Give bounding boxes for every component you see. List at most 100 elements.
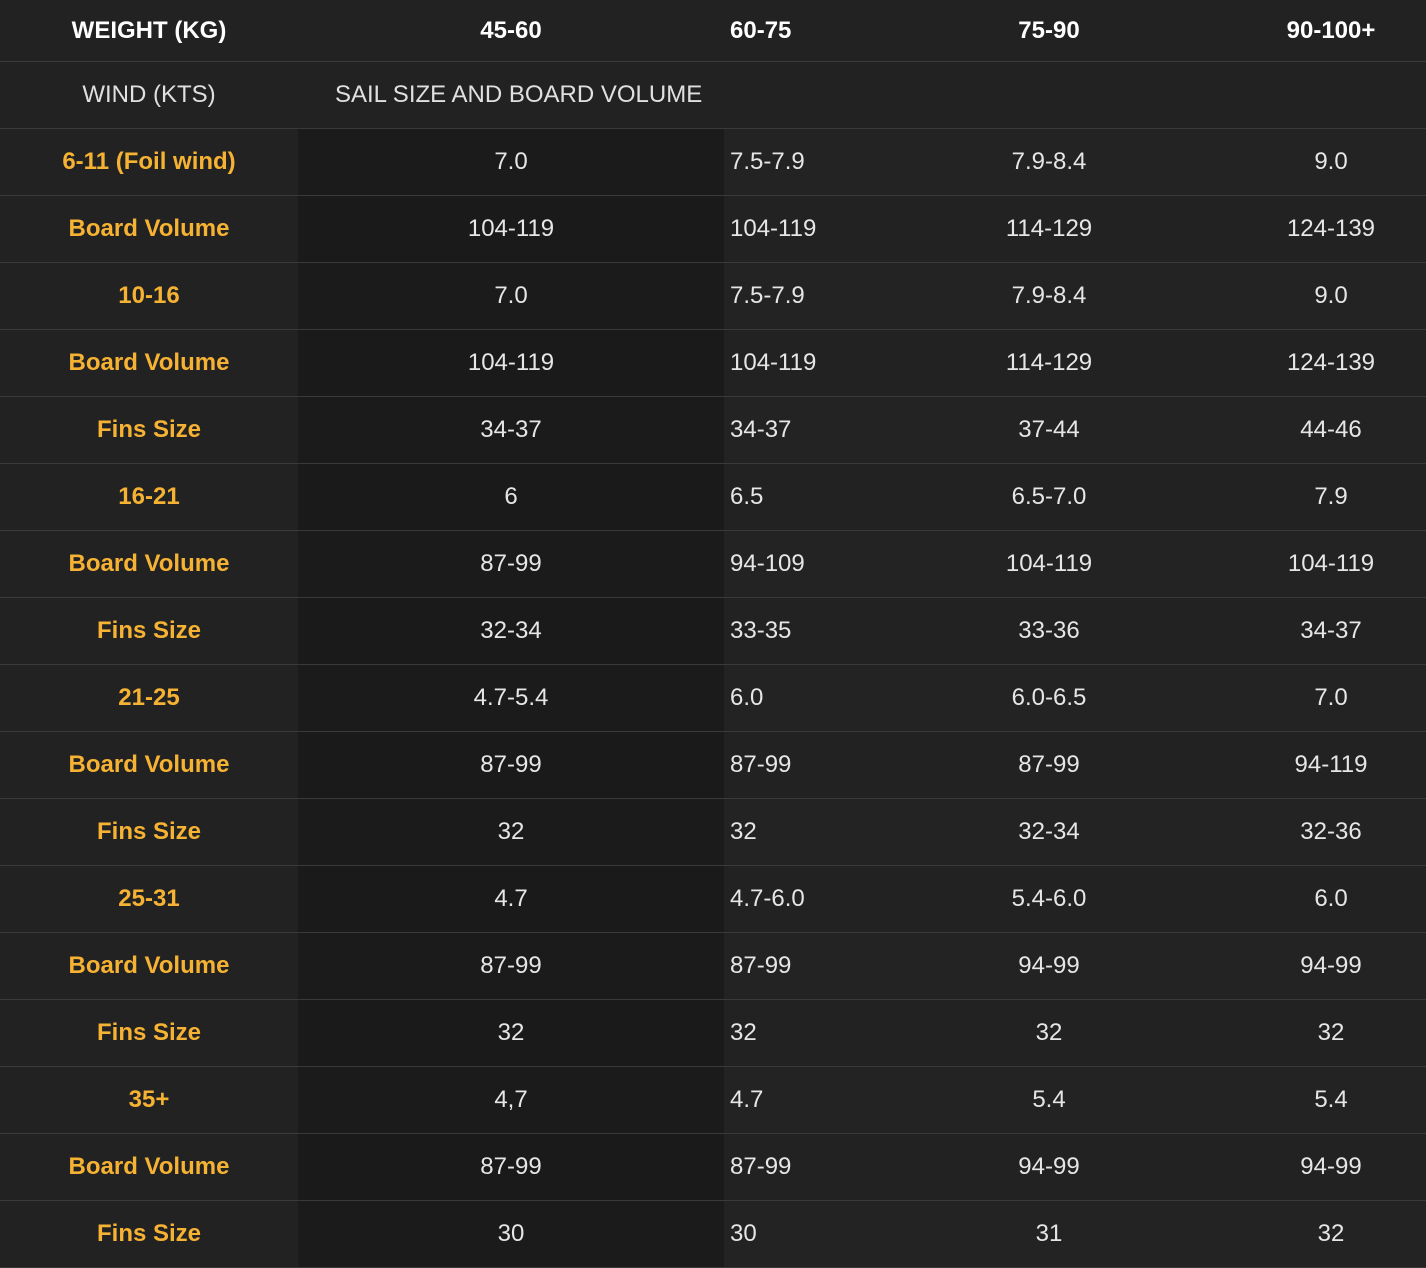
table-row: Fins Size 32 32 32 32 xyxy=(0,999,1426,1067)
table-cell: 87-99 xyxy=(298,731,724,799)
table-cell: 87-99 xyxy=(724,731,862,799)
sail-size-caption: SAIL SIZE AND BOARD VOLUME xyxy=(298,61,1426,129)
table-cell: 30 xyxy=(298,1200,724,1268)
table-row: 10-16 7.0 7.5-7.9 7.9-8.4 9.0 xyxy=(0,262,1426,330)
table-cell: 87-99 xyxy=(298,932,724,1000)
table-cell: 124-139 xyxy=(1236,329,1426,397)
table-cell: 32 xyxy=(724,798,862,866)
table-cell: 9.0 xyxy=(1236,262,1426,330)
row-label: Fins Size xyxy=(0,999,298,1067)
weight-column-header: 75-90 xyxy=(862,0,1236,62)
table-cell: 124-139 xyxy=(1236,195,1426,263)
row-label: Board Volume xyxy=(0,932,298,1000)
table-cell: 104-119 xyxy=(298,195,724,263)
row-label: Board Volume xyxy=(0,530,298,598)
table-cell: 7.9-8.4 xyxy=(862,262,1236,330)
table-cell: 5.4 xyxy=(1236,1066,1426,1134)
table-cell: 32 xyxy=(298,999,724,1067)
table-cell: 7.0 xyxy=(1236,664,1426,732)
table-cell: 7.5-7.9 xyxy=(724,128,862,196)
table-cell: 87-99 xyxy=(724,1133,862,1201)
table-cell: 32 xyxy=(1236,999,1426,1067)
header-row: WEIGHT (KG) 45-60 60-75 75-90 90-100+ xyxy=(0,0,1426,62)
table-row: Fins Size 32 32 32-34 32-36 xyxy=(0,798,1426,866)
row-label: 21-25 xyxy=(0,664,298,732)
table-cell: 32 xyxy=(724,999,862,1067)
table-row: 16-21 6 6.5 6.5-7.0 7.9 xyxy=(0,463,1426,531)
table-cell: 32 xyxy=(862,999,1236,1067)
table-cell: 87-99 xyxy=(298,530,724,598)
table-row: 21-25 4.7-5.4 6.0 6.0-6.5 7.0 xyxy=(0,664,1426,732)
table-cell: 9.0 xyxy=(1236,128,1426,196)
row-label: Board Volume xyxy=(0,329,298,397)
table-cell: 6.0-6.5 xyxy=(862,664,1236,732)
table-cell: 94-109 xyxy=(724,530,862,598)
table-cell: 32 xyxy=(1236,1200,1426,1268)
subheader-row: WIND (KTS) SAIL SIZE AND BOARD VOLUME xyxy=(0,61,1426,129)
table-cell: 4.7-6.0 xyxy=(724,865,862,933)
row-label: 10-16 xyxy=(0,262,298,330)
table-cell: 114-129 xyxy=(862,195,1236,263)
table-row: Board Volume 87-99 87-99 87-99 94-119 xyxy=(0,731,1426,799)
row-label: 25-31 xyxy=(0,865,298,933)
table-cell: 104-119 xyxy=(862,530,1236,598)
table-cell: 34-37 xyxy=(1236,597,1426,665)
table-cell: 34-37 xyxy=(298,396,724,464)
table-cell: 6.0 xyxy=(724,664,862,732)
table-cell: 94-99 xyxy=(1236,932,1426,1000)
weight-header-label: WEIGHT (KG) xyxy=(0,0,298,62)
row-label: Board Volume xyxy=(0,195,298,263)
table-cell: 32-36 xyxy=(1236,798,1426,866)
table-row: Fins Size 34-37 34-37 37-44 44-46 xyxy=(0,396,1426,464)
table-row: Fins Size 32-34 33-35 33-36 34-37 xyxy=(0,597,1426,665)
table-cell: 5.4 xyxy=(862,1066,1236,1134)
table-cell: 32-34 xyxy=(862,798,1236,866)
table-row: Board Volume 87-99 87-99 94-99 94-99 xyxy=(0,1133,1426,1201)
table-cell: 6.5 xyxy=(724,463,862,531)
table-cell: 6.0 xyxy=(1236,865,1426,933)
row-label: 16-21 xyxy=(0,463,298,531)
table-cell: 94-119 xyxy=(1236,731,1426,799)
table-row: 6-11 (Foil wind) 7.0 7.5-7.9 7.9-8.4 9.0 xyxy=(0,128,1426,196)
wind-header-label: WIND (KTS) xyxy=(0,61,298,129)
table-cell: 5.4-6.0 xyxy=(862,865,1236,933)
table-cell: 7.9 xyxy=(1236,463,1426,531)
table-cell: 6 xyxy=(298,463,724,531)
table-cell: 4.7 xyxy=(298,865,724,933)
sail-size-table: WEIGHT (KG) 45-60 60-75 75-90 90-100+ WI… xyxy=(0,0,1426,1268)
table-row: 25-31 4.7 4.7-6.0 5.4-6.0 6.0 xyxy=(0,865,1426,933)
table-cell: 114-129 xyxy=(862,329,1236,397)
table-cell: 7.0 xyxy=(298,262,724,330)
table-cell: 104-119 xyxy=(724,195,862,263)
table-cell: 87-99 xyxy=(724,932,862,1000)
table-cell: 104-119 xyxy=(724,329,862,397)
table-cell: 31 xyxy=(862,1200,1236,1268)
table-cell: 37-44 xyxy=(862,396,1236,464)
table-cell: 7.5-7.9 xyxy=(724,262,862,330)
row-label: Fins Size xyxy=(0,396,298,464)
table-cell: 33-36 xyxy=(862,597,1236,665)
table-cell: 94-99 xyxy=(1236,1133,1426,1201)
table-row: Fins Size 30 30 31 32 xyxy=(0,1200,1426,1268)
table-cell: 4.7-5.4 xyxy=(298,664,724,732)
table-body: WIND (KTS) SAIL SIZE AND BOARD VOLUME 6-… xyxy=(0,61,1426,1268)
table-cell: 104-119 xyxy=(1236,530,1426,598)
row-label: 35+ xyxy=(0,1066,298,1134)
table-cell: 44-46 xyxy=(1236,396,1426,464)
table-cell: 4.7 xyxy=(724,1066,862,1134)
table-row: 35+ 4,7 4.7 5.4 5.4 xyxy=(0,1066,1426,1134)
row-label: Fins Size xyxy=(0,597,298,665)
table-cell: 32-34 xyxy=(298,597,724,665)
weight-column-header: 90-100+ xyxy=(1236,0,1426,62)
table-cell: 94-99 xyxy=(862,1133,1236,1201)
table-cell: 87-99 xyxy=(862,731,1236,799)
weight-column-header: 60-75 xyxy=(724,0,862,62)
table-cell: 87-99 xyxy=(298,1133,724,1201)
table-cell: 32 xyxy=(298,798,724,866)
table-row: Board Volume 87-99 87-99 94-99 94-99 xyxy=(0,932,1426,1000)
table-cell: 94-99 xyxy=(862,932,1236,1000)
table-cell: 34-37 xyxy=(724,396,862,464)
table-cell: 4,7 xyxy=(298,1066,724,1134)
row-label: Board Volume xyxy=(0,731,298,799)
table-cell: 30 xyxy=(724,1200,862,1268)
